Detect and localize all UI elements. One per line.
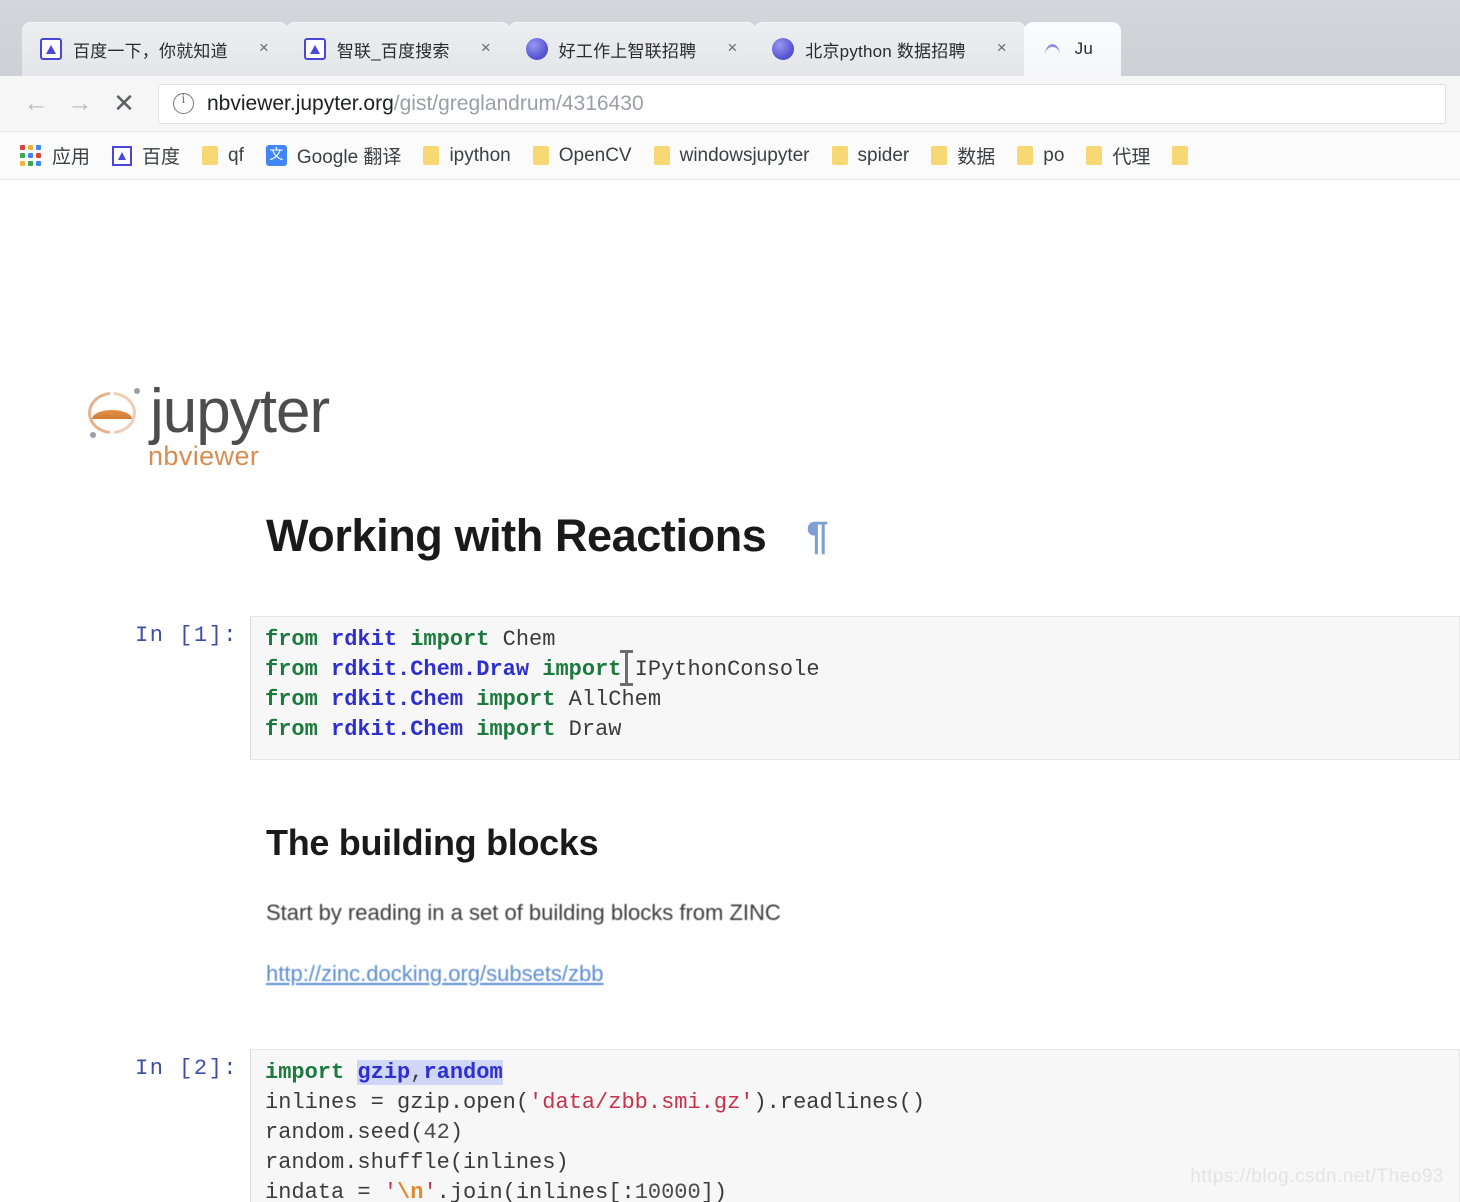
nbviewer-logo[interactable]: jupyter nbviewer [84, 376, 330, 472]
tab-close-icon[interactable]: × [254, 39, 274, 59]
heading-1-text: Working with Reactions [266, 510, 767, 561]
zhaopin-icon [772, 38, 795, 60]
folder-icon [1017, 146, 1034, 165]
browser-tab[interactable]: 好工作上智联招聘 × [507, 22, 757, 76]
browser-chrome: 百度一下，你就知道 × 智联_百度搜索 × 好工作上智联招聘 × 北京pytho… [0, 0, 1460, 180]
tab-close-icon[interactable]: × [722, 39, 742, 59]
cell-prompt: In [2]: [135, 1056, 238, 1081]
browser-tab[interactable]: 智联_百度搜索 × [285, 22, 510, 76]
bookmark-label: qf [228, 144, 244, 166]
bookmark-label: 代理 [1112, 147, 1151, 168]
folder-icon [202, 146, 219, 165]
bookmark-label: spider [857, 144, 910, 166]
bookmark-overflow[interactable] [1166, 142, 1204, 169]
notebook-body: Working with Reactions ¶ In [1]: from rd… [0, 510, 1460, 1202]
bookmark-label: 应用 [52, 147, 91, 168]
bookmark-label: OpenCV [558, 144, 632, 166]
jupyter-logo-icon [84, 380, 144, 444]
bookmarks-bar: 应用 百度 qf 文 Google 翻译 ipython OpenCV wind… [0, 132, 1460, 180]
watermark: https://blog.csdn.net/Theo93 [1190, 1166, 1444, 1187]
bookmark-ipython[interactable]: ipython [417, 141, 516, 171]
tab-close-icon[interactable]: × [476, 39, 496, 59]
forward-icon[interactable]: → [58, 82, 102, 126]
back-icon[interactable]: ← [14, 82, 58, 126]
bookmark-label: 百度 [142, 147, 181, 168]
bookmark-daili[interactable]: 代理 [1080, 138, 1156, 173]
bookmark-label: windowsjupyter [679, 144, 810, 166]
section-paragraph: Start by reading in a set of building bl… [266, 900, 781, 925]
tab-close-icon[interactable]: × [992, 39, 1012, 59]
bookmark-baidu[interactable]: 百度 [106, 138, 186, 173]
page-title: Working with Reactions ¶ [266, 510, 1460, 562]
folder-icon [423, 146, 440, 165]
bookmark-opencv[interactable]: OpenCV [527, 141, 638, 171]
tab-title: 北京python 数据招聘 [805, 41, 966, 61]
bookmark-windowsjupyter[interactable]: windowsjupyter [648, 141, 816, 171]
bookmark-label: 数据 [957, 147, 996, 168]
bookmark-apps[interactable]: 应用 [14, 138, 96, 173]
anchor-link-icon[interactable]: ¶ [806, 514, 828, 559]
logo-wordmark: jupyter [150, 377, 330, 446]
bookmark-qf[interactable]: qf [196, 141, 250, 171]
tab-title: Ju [1074, 39, 1094, 58]
stop-icon[interactable]: ✕ [102, 82, 146, 126]
zinc-link[interactable]: http://zinc.docking.org/subsets/zbb [266, 961, 1460, 987]
navigation-bar: ← → ✕ nbviewer.jupyter.org /gist/greglan… [0, 76, 1460, 132]
logo-row: jupyter [84, 376, 330, 447]
browser-tab[interactable]: 北京python 数据招聘 × [754, 22, 1026, 76]
bookmark-google-translate[interactable]: 文 Google 翻译 [260, 138, 408, 173]
section-heading: The building blocks [266, 822, 599, 863]
folder-icon [532, 146, 549, 165]
zhaopin-icon [525, 38, 548, 60]
folder-icon [831, 146, 848, 165]
folder-icon [653, 146, 670, 165]
tab-title: 智联_百度搜索 [336, 41, 450, 61]
browser-tab-active[interactable]: Ju [1023, 22, 1122, 76]
url-path: /gist/greglandrum/4316430 [393, 91, 644, 115]
bookmark-label: ipython [449, 144, 511, 166]
folder-icon [931, 146, 948, 165]
tab-title: 百度一下，你就知道 [73, 41, 228, 61]
page-content: jupyter nbviewer Working with Reactions … [0, 180, 1460, 1202]
baidu-icon [40, 38, 62, 60]
bookmark-label: po [1043, 144, 1065, 166]
folder-icon [1172, 146, 1189, 165]
code-input[interactable]: from rdkit import Chem from rdkit.Chem.D… [250, 616, 1460, 760]
baidu-icon [112, 145, 133, 166]
text-cursor-icon [620, 650, 633, 686]
bookmark-shuju[interactable]: 数据 [925, 138, 1001, 173]
apps-grid-icon [20, 145, 41, 166]
tab-strip: 百度一下，你就知道 × 智联_百度搜索 × 好工作上智联招聘 × 北京pytho… [0, 0, 1460, 76]
google-translate-icon: 文 [265, 145, 287, 166]
info-icon[interactable] [173, 92, 194, 114]
jupyter-icon [1042, 38, 1064, 60]
bookmark-spider[interactable]: spider [826, 141, 916, 171]
cell-prompt: In [1]: [135, 623, 238, 648]
folder-icon [1086, 146, 1103, 165]
address-bar[interactable]: nbviewer.jupyter.org /gist/greglandrum/4… [158, 83, 1446, 124]
code-cell: In [1]: from rdkit import Chem from rdki… [0, 616, 1460, 760]
url-host: nbviewer.jupyter.org [207, 91, 394, 115]
tab-title: 好工作上智联招聘 [558, 41, 697, 61]
baidu-icon [303, 38, 326, 60]
bookmark-label: Google 翻译 [296, 147, 402, 168]
bookmark-po[interactable]: po [1011, 141, 1070, 171]
browser-tab[interactable]: 百度一下，你就知道 × [22, 22, 288, 76]
